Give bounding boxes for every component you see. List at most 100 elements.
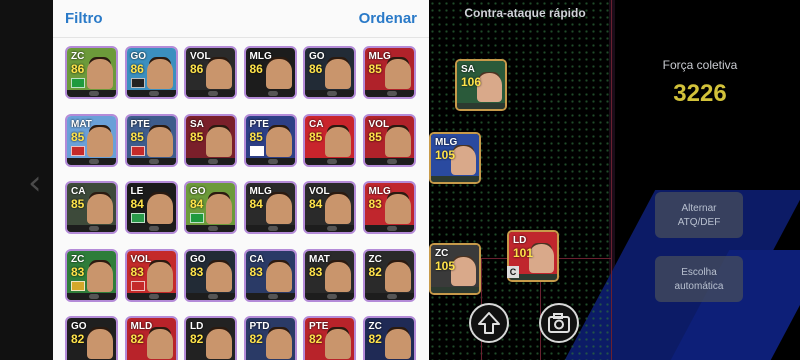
player-card[interactable]: PTE 85 xyxy=(243,113,297,167)
player-rating: 82 xyxy=(71,332,85,346)
player-rating: 84 xyxy=(249,197,263,211)
player-card[interactable]: GO 83 xyxy=(184,248,237,302)
card-footer-bar xyxy=(126,292,176,300)
player-rating: 85 xyxy=(368,129,382,144)
card-footer-bar xyxy=(431,176,479,182)
player-card[interactable]: MLG 84 xyxy=(243,181,297,234)
nation-flag-icon xyxy=(130,145,145,156)
player-position: LD xyxy=(513,235,527,246)
player-position: MLG xyxy=(368,51,391,62)
player-card[interactable]: PTE 82 xyxy=(303,316,356,360)
player-portrait xyxy=(265,261,292,292)
player-card[interactable]: GO 86 xyxy=(124,46,178,99)
player-rating: 105 xyxy=(435,259,456,273)
player-portrait xyxy=(384,329,411,359)
player-card[interactable]: GO 82 xyxy=(65,316,118,360)
filter-button[interactable]: Filtro xyxy=(65,10,103,27)
player-position: SA xyxy=(190,118,204,130)
card-footer-bar xyxy=(67,225,116,232)
player-portrait xyxy=(87,261,113,292)
player-portrait xyxy=(146,329,173,359)
nation-flag-icon xyxy=(249,145,264,156)
player-card[interactable]: VOL 85 xyxy=(362,113,416,167)
player-card[interactable]: GO 84 xyxy=(184,181,237,234)
player-card[interactable]: MAT 83 xyxy=(303,248,356,302)
player-card[interactable]: VOL 86 xyxy=(184,46,237,99)
player-rating: 83 xyxy=(190,264,204,279)
auto-pick-label: Escolha automática xyxy=(674,267,724,292)
player-rating: 82 xyxy=(130,332,144,346)
player-portrait xyxy=(325,194,351,224)
player-card[interactable]: CA 85 xyxy=(303,113,356,167)
player-rating: 82 xyxy=(368,264,382,279)
player-rating: 85 xyxy=(71,197,85,211)
player-card[interactable]: GO 86 xyxy=(303,46,356,99)
lineup-player-card[interactable]: MLG 105 xyxy=(429,132,481,184)
player-position: VOL xyxy=(190,51,211,62)
lineup-player-card[interactable]: SA 106 xyxy=(455,59,507,111)
player-portrait xyxy=(206,261,232,292)
player-card[interactable]: PTD 82 xyxy=(243,316,297,360)
player-card[interactable]: MLG 85 xyxy=(362,46,416,99)
card-footer-bar xyxy=(457,103,505,109)
player-position: VOL xyxy=(130,253,152,265)
player-position: MLG xyxy=(368,186,391,197)
player-position: VOL xyxy=(368,118,390,130)
player-rating: 82 xyxy=(309,332,323,346)
formation-title: Contra-ataque rápido xyxy=(464,6,586,20)
chevron-left-icon[interactable]: ‹ xyxy=(28,163,52,203)
player-card[interactable]: ZC 82 xyxy=(362,248,416,302)
player-rating: 85 xyxy=(368,62,382,76)
card-footer-bar xyxy=(67,292,116,300)
card-footer-bar xyxy=(245,225,295,232)
player-card[interactable]: MAT 85 xyxy=(65,113,118,167)
nation-flag-icon xyxy=(130,213,145,223)
player-card[interactable]: ZC 86 xyxy=(65,46,118,99)
player-card[interactable]: MLD 82 xyxy=(124,316,178,360)
player-card[interactable]: VOL 84 xyxy=(303,181,356,234)
player-card[interactable]: PTE 85 xyxy=(124,113,178,167)
team-strength-label: Força coletiva xyxy=(662,58,738,72)
player-position: LD xyxy=(190,321,204,332)
player-card[interactable]: VOL 83 xyxy=(124,248,178,302)
player-rating: 86 xyxy=(249,62,263,76)
player-card[interactable]: ZC 82 xyxy=(362,316,416,360)
player-position: CA xyxy=(249,253,264,265)
player-card[interactable]: CA 83 xyxy=(243,248,297,302)
player-card[interactable]: LE 84 xyxy=(124,181,178,234)
player-portrait xyxy=(265,59,292,89)
player-portrait xyxy=(206,194,232,224)
camera-button[interactable] xyxy=(539,303,579,343)
camera-icon xyxy=(548,313,570,333)
nation-flag-icon xyxy=(71,280,85,291)
order-button[interactable]: Ordenar xyxy=(359,10,417,27)
player-rating: 86 xyxy=(130,62,144,76)
switch-atk-def-button[interactable]: Alternar ATQ/DEF xyxy=(655,192,743,238)
lineup-player-card[interactable]: ZC 105 xyxy=(429,243,481,295)
up-button[interactable] xyxy=(469,303,509,343)
player-position: MLG xyxy=(249,51,272,62)
player-card[interactable]: ZC 83 xyxy=(65,248,118,302)
team-strength-value: 3226 xyxy=(673,80,727,107)
player-portrait xyxy=(325,261,351,292)
card-footer-bar xyxy=(431,287,479,293)
player-card[interactable]: MLG 86 xyxy=(243,46,297,99)
player-rating: 83 xyxy=(368,197,382,211)
player-position: MAT xyxy=(71,118,92,130)
player-card[interactable]: SA 85 xyxy=(184,113,237,167)
player-position: GO xyxy=(309,51,325,62)
player-portrait xyxy=(206,126,232,157)
player-card[interactable]: MLG 83 xyxy=(362,181,416,234)
card-footer-bar xyxy=(126,90,176,97)
player-card[interactable]: LD 82 xyxy=(184,316,237,360)
player-portrait xyxy=(325,329,351,359)
auto-pick-button[interactable]: Escolha automática xyxy=(655,256,743,302)
card-footer-bar xyxy=(126,225,176,232)
card-footer-bar xyxy=(364,157,414,165)
player-portrait xyxy=(87,329,113,359)
player-position: MLD xyxy=(130,321,153,332)
card-footer-bar xyxy=(364,90,414,97)
player-position: PTD xyxy=(249,321,270,332)
player-card[interactable]: CA 85 xyxy=(65,181,118,234)
player-rating: 84 xyxy=(130,197,144,211)
